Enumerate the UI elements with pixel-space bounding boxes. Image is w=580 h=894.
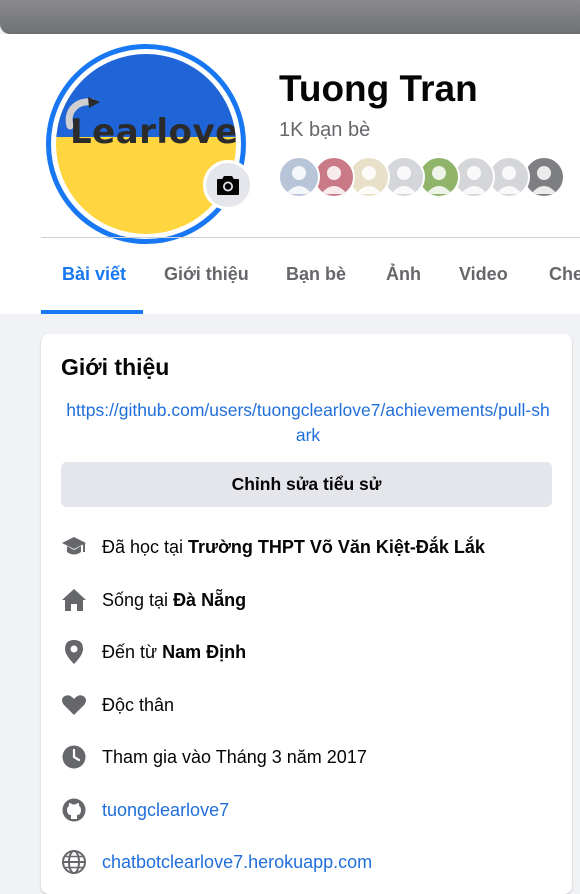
intro-link-github: tuongclearlove7 (61, 795, 561, 825)
tab-photos[interactable]: Ảnh (386, 264, 421, 285)
profile-name: Tuong Tran (279, 68, 478, 109)
detail-text: Độc thân (102, 694, 175, 715)
intro-detail-lives-in: Sống tại Đà Nẵng (61, 585, 561, 615)
globe-icon (61, 849, 87, 875)
person-silhouette-icon (356, 166, 382, 194)
cover-photo[interactable] (0, 0, 580, 34)
person-silhouette-icon (496, 166, 522, 194)
person-silhouette-icon (321, 166, 347, 194)
person-silhouette-icon (391, 166, 417, 194)
intro-detail-education: Đã học tại Trường THPT Võ Văn Kiệt-Đắk L… (61, 532, 561, 562)
intro-link-website: chatbotclearlove7.herokuapp.com (61, 847, 561, 877)
graduation-cap-icon (61, 534, 87, 560)
person-silhouette-icon (461, 166, 487, 194)
active-tab-indicator (41, 310, 143, 314)
friend-avatar-1[interactable] (278, 156, 320, 198)
heart-icon (61, 692, 87, 718)
github-link[interactable]: tuongclearlove7 (102, 800, 229, 821)
detail-value[interactable]: Đà Nẵng (173, 590, 246, 610)
friend-avatars-stack (278, 156, 578, 198)
detail-text: Tham gia vào Tháng 3 năm 2017 (102, 746, 367, 767)
detail-prefix: Sống tại (102, 589, 174, 610)
detail-value[interactable]: Trường THPT Võ Văn Kiệt-Đắk Lắk (188, 537, 485, 557)
bio-link[interactable]: https://github.com/users/tuongclearlove7… (63, 398, 553, 448)
clock-icon (61, 744, 87, 770)
tab-about[interactable]: Giới thiệu (164, 264, 249, 285)
friend-count[interactable]: 1K bạn bè (279, 119, 370, 142)
website-link[interactable]: chatbotclearlove7.herokuapp.com (102, 852, 372, 873)
person-silhouette-icon (426, 166, 452, 194)
intro-detail-joined: Tham gia vào Tháng 3 năm 2017 (61, 742, 561, 772)
detail-prefix: Đã học tại (102, 536, 189, 557)
update-avatar-button[interactable] (203, 160, 253, 210)
intro-title: Giới thiệu (61, 354, 170, 380)
tab-friends[interactable]: Bạn bè (286, 264, 346, 285)
person-silhouette-icon (286, 166, 312, 194)
intro-card: Giới thiệu https://github.com/users/tuon… (41, 334, 572, 894)
person-silhouette-icon (531, 166, 557, 194)
home-icon (61, 587, 87, 613)
intro-detail-from: Đến từ Nam Định (61, 637, 561, 667)
profile-tabs: Bài viết Giới thiệu Bạn bè Ảnh Video Che (41, 238, 580, 314)
camera-icon (217, 176, 239, 195)
avatar-image: Learlove7 (56, 54, 236, 234)
github-icon (61, 797, 87, 823)
profile-header: Learlove7 Tuong Tran 1K bạn bè Bài viết … (0, 34, 580, 314)
intro-detail-relationship: Độc thân (61, 690, 561, 720)
detail-prefix: Đến từ (102, 641, 163, 662)
tab-checkins[interactable]: Che (549, 264, 580, 285)
edit-bio-button[interactable]: Chỉnh sửa tiểu sử (61, 462, 552, 507)
avatar-logo-text: Learlove7 (70, 112, 236, 152)
detail-value[interactable]: Nam Định (162, 642, 246, 662)
location-pin-icon (61, 639, 87, 665)
tab-posts[interactable]: Bài viết (62, 264, 126, 285)
profile-avatar[interactable]: Learlove7 (46, 44, 246, 244)
tab-videos[interactable]: Video (459, 264, 508, 285)
